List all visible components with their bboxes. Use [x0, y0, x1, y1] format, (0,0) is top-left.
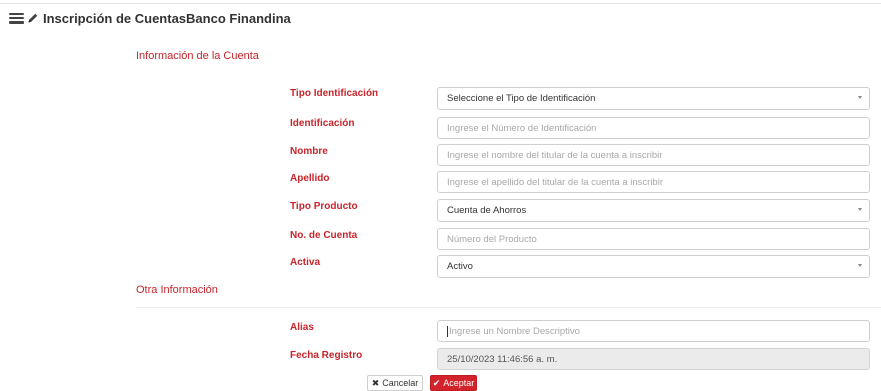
- no-cuenta-placeholder: Número del Producto: [447, 233, 537, 245]
- section-title-other-info: Otra Información: [136, 284, 218, 296]
- accept-button[interactable]: ✔ Aceptar: [430, 375, 477, 391]
- check-icon: ✔: [432, 377, 441, 388]
- apellido-input[interactable]: Ingrese el apellido del titular de la cu…: [437, 171, 870, 193]
- tipo-producto-selected: Cuenta de Ahorros: [447, 205, 527, 216]
- identificacion-input[interactable]: Ingrese el Número de Identificación: [437, 117, 870, 139]
- activa-selected: Activo: [447, 261, 473, 272]
- page-title: Inscripción de CuentasBanco Finandina: [43, 10, 291, 26]
- tipo-identificacion-select[interactable]: Seleccione el Tipo de Identificación: [437, 87, 870, 110]
- section-title-account-info: Información de la Cuenta: [136, 50, 259, 62]
- text-cursor: [447, 325, 448, 337]
- nombre-input[interactable]: Ingrese el nombre del titular de la cuen…: [437, 144, 870, 166]
- apellido-placeholder: Ingrese el apellido del titular de la cu…: [447, 176, 663, 188]
- cancel-button-label: Cancelar: [382, 378, 419, 388]
- cancel-button[interactable]: ✖ Cancelar: [367, 375, 423, 391]
- activa-label: Activa: [290, 257, 321, 268]
- times-icon: ✖: [371, 377, 380, 388]
- no-cuenta-label: No. de Cuenta: [290, 230, 358, 241]
- top-divider: [0, 3, 881, 4]
- section-divider: [136, 307, 881, 308]
- activa-select[interactable]: Activo: [437, 255, 870, 278]
- accept-button-label: Aceptar: [443, 378, 475, 388]
- tipo-identificacion-selected: Seleccione el Tipo de Identificación: [447, 93, 596, 104]
- hamburger-icon[interactable]: [9, 12, 24, 24]
- identificacion-placeholder: Ingrese el Número de Identificación: [447, 122, 597, 134]
- nombre-label: Nombre: [290, 146, 328, 157]
- identificacion-label: Identificación: [290, 118, 355, 129]
- caret-down-icon: [858, 96, 862, 99]
- alias-input[interactable]: Ingrese un Nombre Descriptivo: [437, 320, 870, 342]
- caret-down-icon: [858, 264, 862, 267]
- alias-placeholder: Ingrese un Nombre Descriptivo: [449, 325, 580, 337]
- tipo-producto-select[interactable]: Cuenta de Ahorros: [437, 199, 870, 222]
- tipo-identificacion-label: Tipo Identificación: [290, 88, 379, 99]
- alias-label: Alias: [290, 322, 314, 333]
- tipo-producto-label: Tipo Producto: [290, 201, 358, 212]
- fecha-registro-label: Fecha Registro: [290, 350, 363, 361]
- fecha-registro-field: 25/10/2023 11:46:56 a. m.: [437, 348, 870, 370]
- nombre-placeholder: Ingrese el nombre del titular de la cuen…: [447, 149, 663, 161]
- page-header: Inscripción de CuentasBanco Finandina: [9, 9, 291, 27]
- fecha-registro-value: 25/10/2023 11:46:56 a. m.: [447, 353, 558, 365]
- no-cuenta-input[interactable]: Número del Producto: [437, 228, 870, 250]
- apellido-label: Apellido: [290, 173, 330, 184]
- caret-down-icon: [858, 208, 862, 211]
- pencil-icon: [28, 13, 38, 23]
